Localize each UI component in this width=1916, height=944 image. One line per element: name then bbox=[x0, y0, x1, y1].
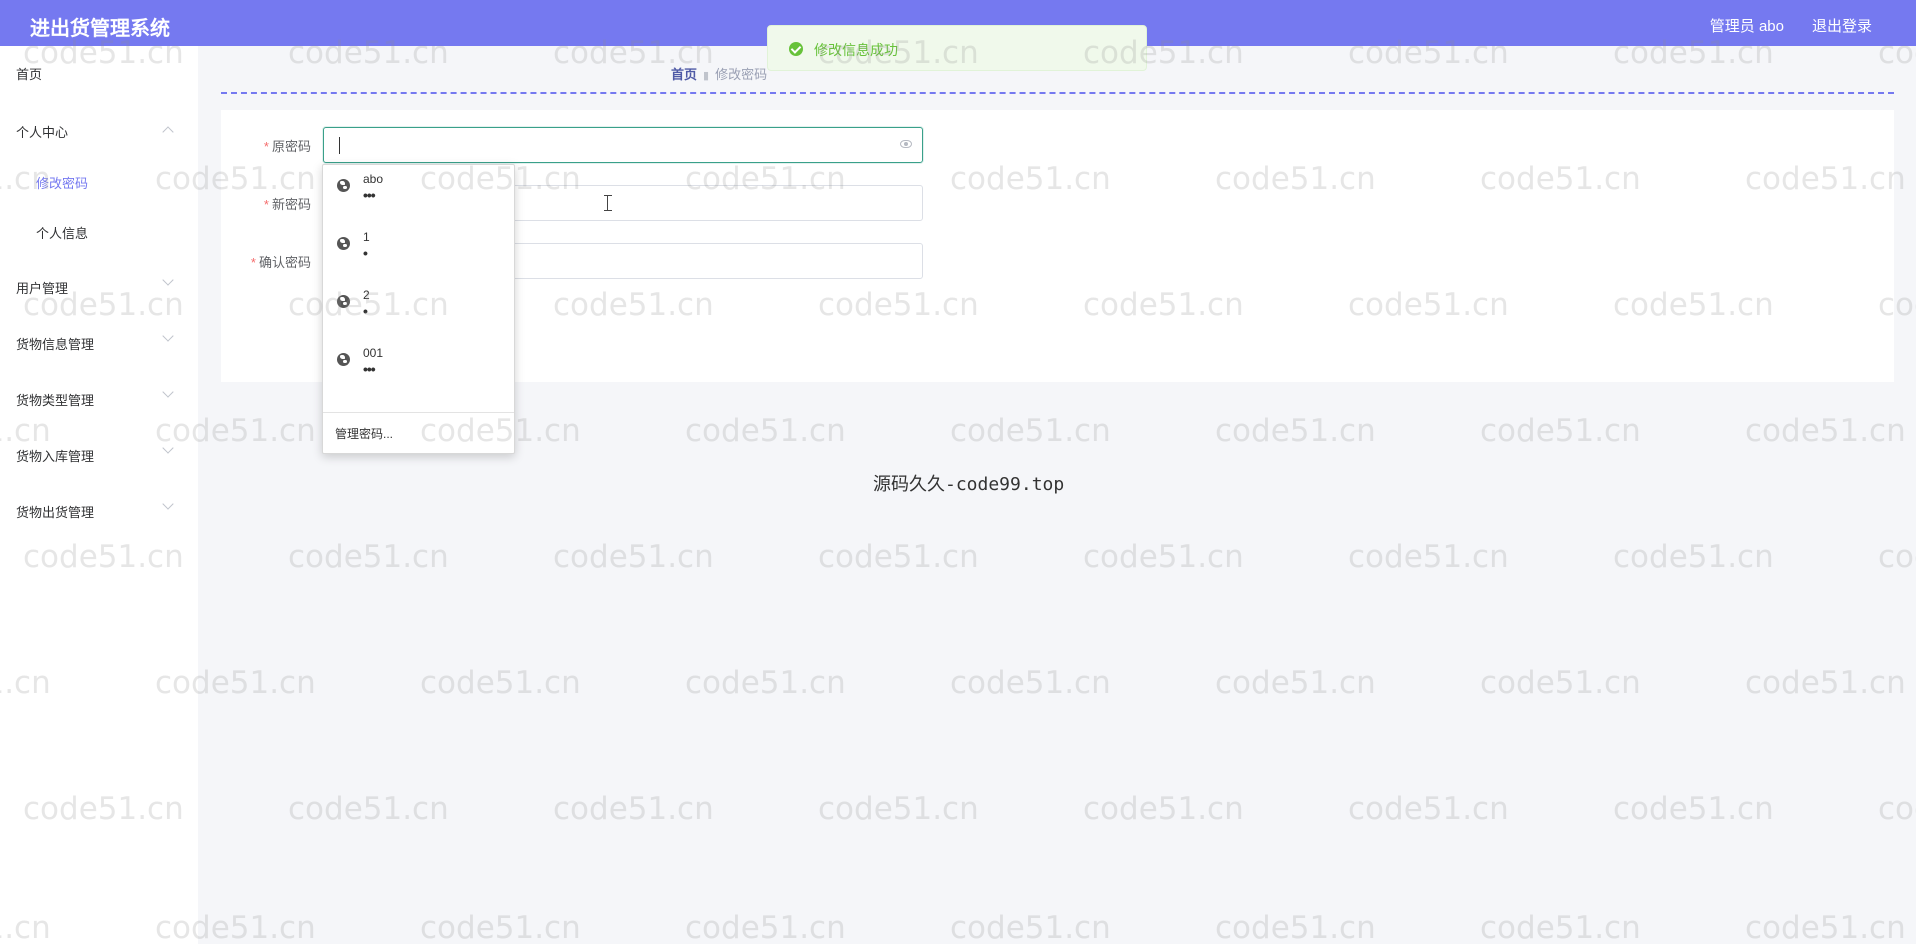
footer-text: 源码久久-code99.top bbox=[873, 474, 1065, 495]
dropdown-divider bbox=[323, 412, 514, 413]
sidebar-item-personal-info[interactable]: 个人信息 bbox=[36, 223, 88, 242]
sidebar-item-home[interactable]: 首页 bbox=[16, 64, 42, 83]
sidebar-item-change-password[interactable]: 修改密码 bbox=[36, 173, 88, 192]
current-user: 管理员 abo bbox=[1709, 18, 1784, 35]
text-caret bbox=[339, 137, 340, 154]
required-icon: * bbox=[263, 139, 269, 154]
text-cursor-icon bbox=[604, 195, 612, 211]
chevron-up-icon bbox=[162, 126, 174, 138]
sidebar-item-goods-info[interactable]: 货物信息管理 bbox=[16, 334, 94, 353]
chevron-down-icon bbox=[162, 442, 174, 454]
app-title: 进出货管理系统 bbox=[30, 18, 170, 40]
chevron-down-icon bbox=[162, 498, 174, 510]
autofill-item[interactable]: abo ••• bbox=[323, 165, 514, 223]
sidebar-item-goods-type[interactable]: 货物类型管理 bbox=[16, 390, 94, 409]
autofill-item[interactable]: 2 • bbox=[323, 281, 514, 339]
autofill-item[interactable]: 1 • bbox=[323, 223, 514, 281]
globe-icon bbox=[337, 179, 350, 192]
breadcrumb-home[interactable]: 首页 bbox=[671, 67, 697, 82]
sidebar-item-user-management[interactable]: 用户管理 bbox=[16, 278, 68, 297]
old-password-label: * 原密码 bbox=[263, 139, 311, 154]
autofill-item[interactable]: 001 ••• bbox=[323, 339, 514, 397]
breadcrumb: 首页 ▮ 修改密码 bbox=[671, 64, 767, 83]
toast-message: 修改信息成功 bbox=[814, 42, 898, 58]
breadcrumb-separator-icon: ▮ bbox=[703, 70, 710, 82]
chevron-down-icon bbox=[162, 274, 174, 286]
sidebar-item-personal-center[interactable]: 个人中心 bbox=[16, 122, 68, 141]
required-icon: * bbox=[250, 255, 256, 270]
check-circle-icon bbox=[789, 42, 803, 56]
sidebar-item-goods-outbound[interactable]: 货物出货管理 bbox=[16, 502, 94, 521]
required-icon: * bbox=[263, 197, 269, 212]
globe-icon bbox=[337, 295, 350, 308]
manage-passwords-link[interactable]: 管理密码... bbox=[335, 425, 393, 442]
globe-icon bbox=[337, 353, 350, 366]
eye-icon[interactable] bbox=[900, 140, 912, 148]
old-password-input[interactable] bbox=[323, 127, 923, 163]
confirm-password-label: * 确认密码 bbox=[250, 255, 311, 270]
chevron-down-icon bbox=[162, 330, 174, 342]
new-password-label: * 新密码 bbox=[263, 197, 311, 212]
sidebar: 首页 个人中心 修改密码 个人信息 用户管理 货物信息管理 货物类型管理 货物入… bbox=[0, 46, 198, 944]
breadcrumb-current: 修改密码 bbox=[715, 67, 768, 82]
password-autofill-dropdown: abo ••• 1 • 2 • 001 ••• 管理密码... bbox=[322, 164, 515, 454]
globe-icon bbox=[337, 237, 350, 250]
divider bbox=[221, 92, 1894, 94]
sidebar-item-goods-inbound[interactable]: 货物入库管理 bbox=[16, 446, 94, 465]
logout-button[interactable]: 退出登录 bbox=[1812, 15, 1872, 36]
success-toast: 修改信息成功 bbox=[767, 25, 1147, 71]
chevron-down-icon bbox=[162, 386, 174, 398]
